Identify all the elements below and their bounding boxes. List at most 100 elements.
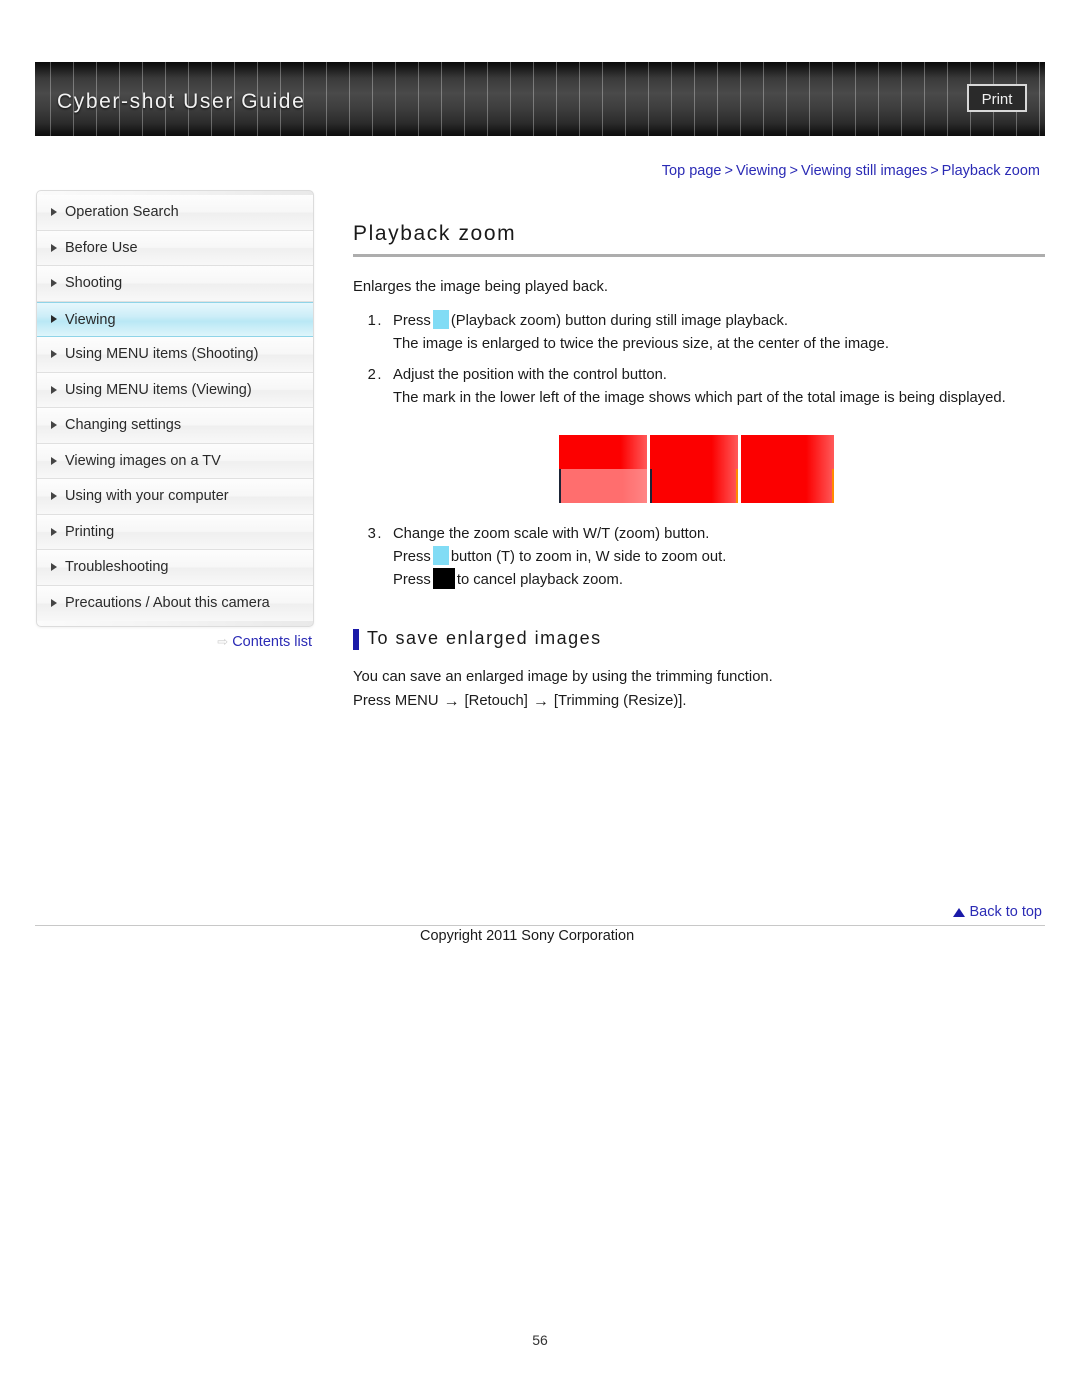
menu-path-pre: Press MENU (353, 692, 439, 709)
breadcrumb-separator: > (789, 163, 798, 179)
subsection-title-text: To save enlarged images (367, 627, 602, 648)
page-header: Cyber-shot User Guide Print (35, 62, 1045, 136)
subsection-line-1: You can save an enlarged image by using … (353, 668, 773, 685)
sidebar-item-label: Viewing images on a TV (65, 452, 221, 469)
sidebar-item-label: Troubleshooting (65, 559, 169, 575)
sidebar-item-precautions-about-this-camera[interactable]: Precautions / About this camera (37, 585, 313, 621)
step3-line-3: Press to cancel playback zoom. (393, 568, 1045, 592)
step-detail: The image is enlarged to twice the previ… (393, 335, 889, 352)
contents-list-row: ⇨ Contents list (36, 634, 314, 650)
step3-line3-pre: Press (393, 572, 431, 588)
sidebar-item-shooting[interactable]: Shooting (37, 266, 313, 302)
step-text-pre: Adjust the position with the control but… (393, 367, 667, 383)
sidebar-item-label: Viewing (65, 311, 116, 328)
chevron-right-icon (51, 208, 57, 217)
sidebar-item-viewing[interactable]: Viewing (37, 301, 313, 337)
contents-list-link[interactable]: Contents list (232, 634, 312, 650)
sidebar-item-label: Precautions / About this camera (65, 594, 270, 611)
step3-line3-post: to cancel playback zoom. (456, 572, 623, 588)
playback-zoom-button-icon (432, 310, 449, 329)
step-number: 1. (367, 313, 383, 329)
figure-panel-bottom (741, 469, 834, 503)
step-text-post: (Playback zoom) button during still imag… (450, 313, 789, 329)
sidebar-item-label: Before Use (65, 239, 138, 256)
figure-panel-bottom (650, 469, 738, 503)
sidebar-item-using-menu-items-viewing[interactable]: Using MENU items (Viewing) (37, 372, 313, 408)
zoom-in-button-icon (432, 545, 449, 565)
chevron-right-icon (51, 315, 57, 324)
main-content: Playback zoom Enlarges the image being p… (353, 222, 1045, 714)
figure-panel-bottom (559, 469, 647, 503)
step-detail: The mark in the lower left of the image … (393, 389, 1006, 406)
step3-line2-post: button (T) to zoom in, W side to zoom ou… (450, 548, 727, 565)
breadcrumb-item-playback-zoom: Playback zoom (941, 163, 1040, 179)
figure-panel-top (650, 435, 738, 469)
back-to-top-link[interactable]: Back to top (953, 904, 1042, 920)
step-number: 3. (367, 526, 383, 542)
sidebar-item-label: Changing settings (65, 417, 182, 433)
title-divider (353, 254, 1045, 257)
copyright-text: Copyright 2011 Sony Corporation (420, 928, 635, 944)
chevron-right-icon (51, 279, 57, 288)
page-number: 56 (532, 1332, 548, 1348)
sidebar-item-printing[interactable]: Printing (37, 514, 313, 550)
sidebar-item-label: Printing (65, 523, 115, 540)
step3-line2-pre: Press (393, 548, 431, 565)
sidebar-item-label: Operation Search (65, 204, 179, 220)
figure-panel-2 (650, 435, 738, 503)
figure-panels (559, 435, 836, 503)
arrow-right-icon: ⇨ (217, 634, 229, 650)
chevron-right-icon (51, 243, 57, 252)
footer-divider (35, 925, 1045, 926)
sidebar-navigation: Operation Search Before Use Shooting Vie… (36, 190, 314, 627)
steps-list-continued: 3. Change the zoom scale with W/T (zoom)… (353, 523, 1045, 592)
chevron-right-icon (51, 456, 57, 465)
arrow-right-icon: → (532, 692, 549, 710)
menu-path-post: [Trimming (Resize)]. (553, 692, 687, 709)
figure-panel-top (559, 435, 647, 469)
breadcrumb: Top page > Viewing > Viewing still images > Pl… (662, 163, 1040, 179)
sidebar-item-label: Using with your computer (65, 488, 229, 504)
chevron-right-icon (51, 599, 57, 608)
sidebar-item-operation-search[interactable]: Operation Search (37, 195, 313, 231)
breadcrumb-separator: > (930, 163, 939, 179)
subsection-line-2: Press MENU → [Retouch] → [Trimming (Resize)]… (353, 689, 1045, 714)
figure-panel-1 (559, 435, 647, 503)
step-item-2: 2. Adjust the position with the control … (353, 364, 1045, 409)
step-item-1: 1. Press (Playback zoom) button during st… (353, 310, 1045, 355)
sidebar-item-label: Shooting (65, 275, 123, 291)
print-button[interactable]: Print (967, 84, 1027, 112)
accent-bar (353, 628, 359, 650)
intro-text: Enlarges the image being played back. (353, 279, 609, 295)
chevron-right-icon (51, 527, 57, 536)
breadcrumb-item-top-page[interactable]: Top page (662, 163, 722, 179)
triangle-up-icon (953, 908, 966, 917)
sidebar-item-troubleshooting[interactable]: Troubleshooting (37, 550, 313, 586)
chevron-right-icon (51, 385, 57, 394)
chevron-right-icon (51, 563, 57, 572)
sidebar-item-using-with-your-computer[interactable]: Using with your computer (37, 479, 313, 515)
back-to-top-label: Back to top (969, 904, 1042, 920)
breadcrumb-separator: > (724, 163, 733, 179)
step-item-3: 3. Change the zoom scale with W/T (zoom)… (353, 523, 1045, 592)
figure-panel-top (741, 435, 834, 469)
sidebar-item-before-use[interactable]: Before Use (37, 230, 313, 266)
sidebar-item-label: Using MENU items (Shooting) (65, 346, 259, 362)
sidebar-item-label: Using MENU items (Viewing) (65, 381, 252, 398)
chevron-right-icon (51, 421, 57, 430)
subsection-title: To save enlarged images (353, 627, 1045, 650)
chevron-right-icon (51, 492, 57, 501)
figure-panel-3 (741, 435, 834, 503)
menu-path-mid: [Retouch] (464, 692, 528, 709)
sidebar-item-using-menu-items-shooting[interactable]: Using MENU items (Shooting) (37, 337, 313, 373)
breadcrumb-item-viewing[interactable]: Viewing (736, 163, 787, 179)
sidebar-item-changing-settings[interactable]: Changing settings (37, 408, 313, 444)
step-headline: Change the zoom scale with W/T (zoom) bu… (393, 526, 710, 542)
cancel-zoom-button-icon (432, 568, 455, 589)
steps-list: 1. Press (Playback zoom) button during st… (353, 310, 1045, 409)
chevron-right-icon (51, 350, 57, 359)
arrow-right-icon: → (443, 692, 460, 710)
step-number: 2. (367, 367, 383, 383)
sidebar-item-viewing-images-on-a-tv[interactable]: Viewing images on a TV (37, 443, 313, 479)
breadcrumb-item-viewing-still-images[interactable]: Viewing still images (801, 163, 927, 179)
